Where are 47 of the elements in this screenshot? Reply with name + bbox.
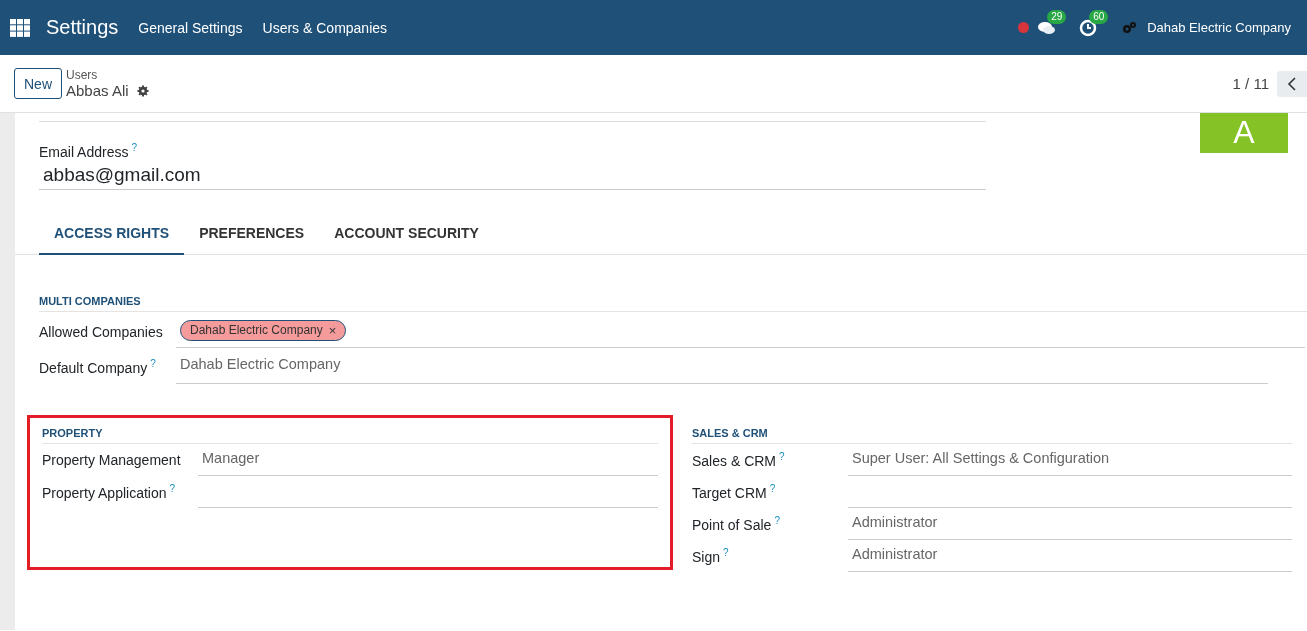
gears-icon[interactable]	[1121, 20, 1138, 35]
menu-item[interactable]: Users & Companies	[262, 19, 388, 36]
breadcrumb-link[interactable]: Users	[66, 68, 149, 82]
field-label: Property Management	[42, 451, 181, 468]
status-dot[interactable]	[1018, 22, 1030, 33]
help-icon[interactable]: ?	[150, 358, 156, 369]
section-title: SALES & CRM	[692, 426, 1292, 444]
select-field[interactable]: Manager	[198, 443, 658, 476]
help-icon[interactable]: ?	[131, 142, 138, 153]
tab[interactable]: ACCOUNT SECURITY	[319, 212, 494, 255]
app-title[interactable]: Settings	[46, 16, 119, 39]
email-field[interactable]: abbas@gmail.com	[39, 159, 986, 190]
field-label: Point of Sale	[692, 516, 772, 533]
field-label: Allowed Companies	[39, 323, 163, 340]
help-icon[interactable]: ?	[169, 482, 176, 494]
message-count: 29	[1047, 9, 1067, 24]
previous-button[interactable]	[1277, 70, 1307, 97]
record-name: Abbas Ali	[66, 82, 129, 99]
select-field[interactable]: Super User: All Settings & Configuration	[848, 443, 1292, 476]
help-icon[interactable]: ?	[779, 450, 785, 462]
company-tag[interactable]: Dahab Electric Company ×	[180, 319, 347, 341]
new-button[interactable]: New	[14, 68, 62, 99]
settings-icon[interactable]	[136, 84, 149, 97]
activity-count: 60	[1089, 9, 1109, 24]
select-field[interactable]: Administrator	[848, 539, 1292, 572]
chevron-left-icon	[1287, 76, 1297, 91]
section-title: MULTI COMPANIES	[39, 294, 1307, 312]
field-label: Target CRM	[692, 484, 767, 501]
select-field[interactable]: Administrator	[848, 507, 1292, 540]
menu-item[interactable]: General Settings	[138, 19, 243, 36]
default-company-field[interactable]: Dahab Electric Company	[176, 351, 1268, 384]
pager-value: 1 / 11	[1232, 75, 1269, 92]
field-label: Default Company	[39, 359, 148, 376]
section-title: PROPERTY	[42, 426, 658, 444]
field-label: Sign	[692, 548, 721, 565]
clock-icon[interactable]	[1079, 18, 1098, 37]
tab[interactable]: ACCESS RIGHTS	[39, 212, 185, 255]
field-label: Email Address	[39, 143, 129, 160]
field-label: Sales & CRM	[692, 452, 777, 469]
tab[interactable]: PREFERENCES	[184, 212, 320, 255]
company-switcher[interactable]: Dahab Electric Company	[1147, 20, 1291, 35]
help-icon[interactable]: ?	[769, 482, 776, 494]
field-label: Property Application	[42, 484, 167, 501]
chat-icon[interactable]	[1037, 19, 1058, 36]
apps-menu-icon[interactable]	[10, 18, 30, 37]
help-icon[interactable]: ?	[723, 546, 729, 558]
help-icon[interactable]: ?	[774, 514, 780, 526]
